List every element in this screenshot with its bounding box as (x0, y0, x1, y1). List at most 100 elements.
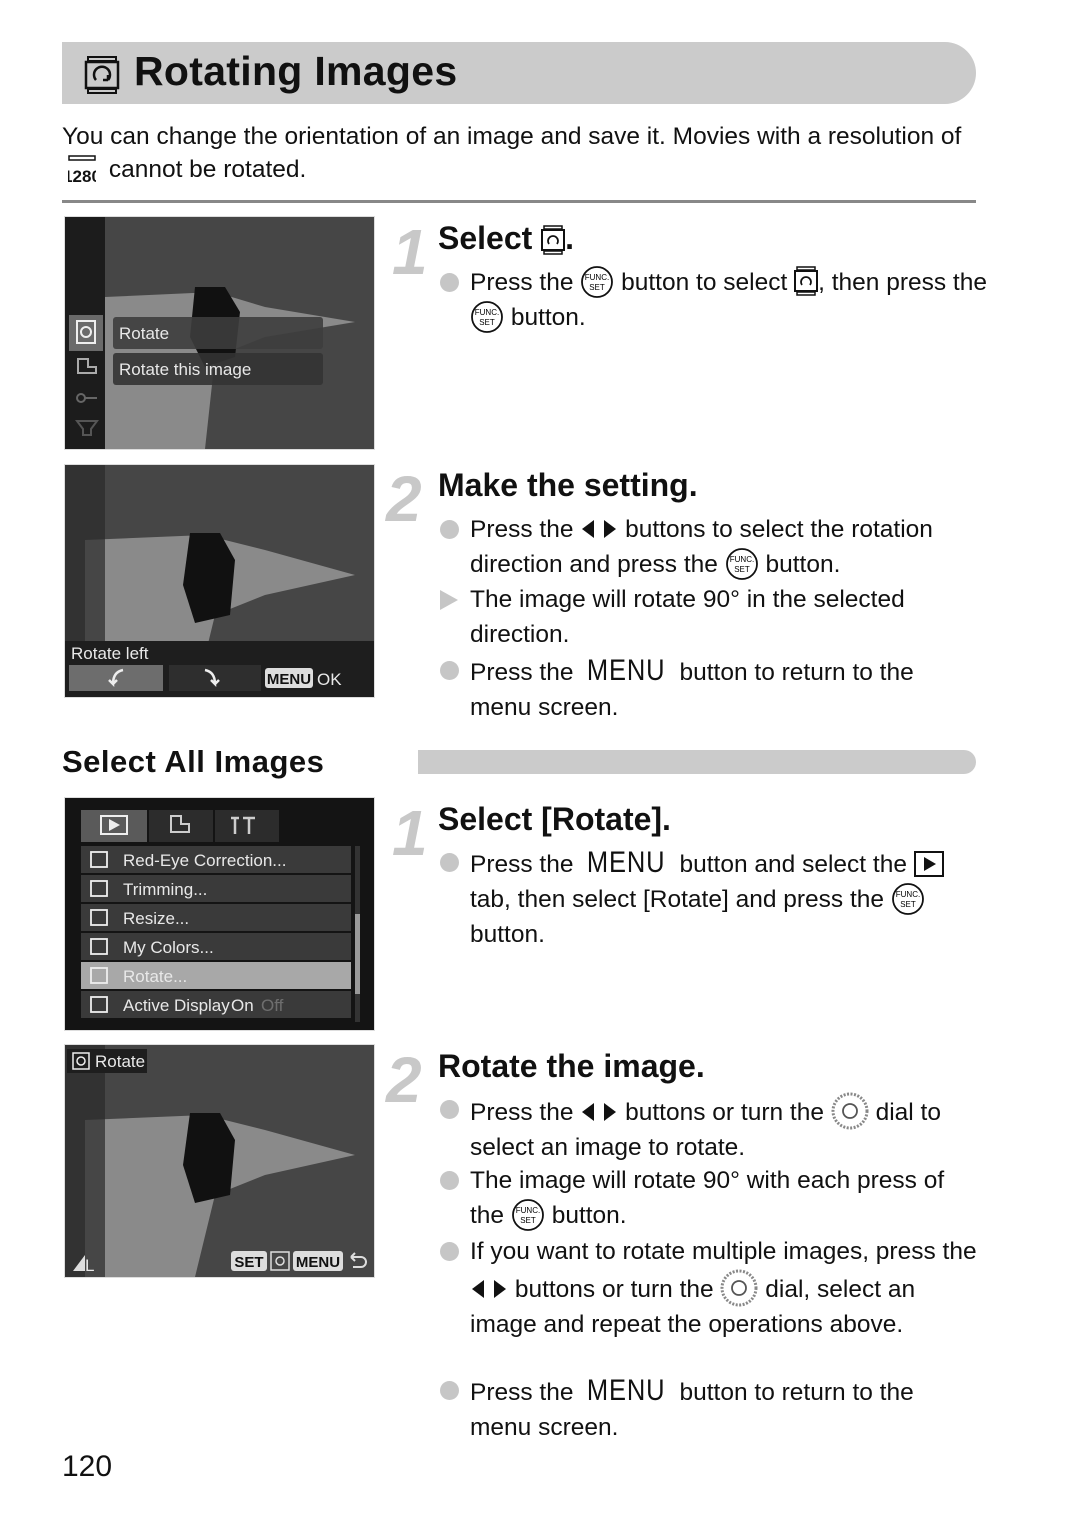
control-dial-icon (720, 1269, 758, 1307)
menu-item-value-on: On (231, 996, 254, 1015)
left-right-arrows-icon (582, 520, 617, 538)
page-number: 120 (62, 1450, 113, 1483)
bullet-text: Press the (470, 851, 574, 878)
menu-item-label: Trimming... (123, 880, 207, 899)
intro-text: You can change the orientation of an ima… (62, 120, 962, 186)
step-title-suffix: . (565, 220, 575, 256)
playback-tab-icon (913, 851, 944, 877)
menu-item-label: Rotate... (123, 967, 187, 986)
menu-item-rotate[interactable]: Rotate (119, 324, 169, 343)
svg-text:FUNC.: FUNC. (585, 273, 609, 282)
rotate-icon (541, 225, 566, 255)
bullet-dot (440, 853, 459, 872)
bullet-text: buttons or turn the (514, 1276, 714, 1303)
menu-item-my-colors[interactable]: My Colors... (81, 933, 351, 960)
step-bullet: If you want to rotate multiple images, p… (440, 1234, 980, 1342)
svg-text:SET: SET (479, 318, 495, 327)
menu-item-active-display[interactable]: Active Display On Off (81, 991, 351, 1018)
menu-item-trimming[interactable]: Trimming... (81, 875, 351, 902)
scrollbar-thumb[interactable] (355, 914, 360, 994)
rotate-direction-label: Rotate left (71, 644, 149, 663)
menu-item-value-off: Off (261, 996, 284, 1015)
camera-screen-playback-menu: Red-Eye Correction... Trimming... Resize..… (64, 797, 375, 1031)
page-title: Rotating Images (134, 48, 458, 94)
bullet-dot (440, 273, 459, 292)
heading-band (418, 750, 976, 774)
menu-item-red-eye-correction[interactable]: Red-Eye Correction... (81, 846, 351, 873)
menu-key-label: MENU (267, 671, 311, 688)
step-bullet: Press the buttons to select the rotation… (440, 512, 980, 582)
rotate-left-button[interactable] (69, 665, 163, 691)
control-dial-icon (831, 1092, 869, 1130)
step-bullet: Press the MENU button to return to the m… (440, 653, 970, 725)
svg-text:FUNC.: FUNC. (896, 890, 920, 899)
step-title: Make the setting. (438, 467, 698, 503)
bullet-dot (440, 1381, 459, 1400)
bullet-text: The image will rotate 90° in the selecte… (470, 586, 905, 648)
bullet-text: Press the (470, 516, 574, 543)
step-number: 2 (386, 463, 422, 535)
bullet-text: button. (510, 304, 586, 331)
rotate-icon (84, 56, 120, 94)
func-set-button-icon: FUNC.SET (725, 548, 758, 580)
step-number: 1 (392, 797, 428, 869)
bullet-text: button. (765, 551, 841, 578)
result-triangle-icon (440, 590, 458, 610)
menu-button-label: MENU (587, 846, 666, 879)
step-bullet: Press the buttons or turn the dial to se… (440, 1092, 980, 1165)
svg-text:SET: SET (900, 900, 916, 909)
bullet-text: button to select (621, 269, 788, 296)
menu-item-resize[interactable]: Resize... (81, 904, 351, 931)
func-set-button-icon: FUNC.SET (891, 883, 924, 915)
intro-part1: You can change the orientation of an ima… (62, 123, 962, 150)
step-number: 1 (392, 216, 428, 288)
bullet-text: Press the (470, 1099, 574, 1126)
step-bullet: Press the FUNC. SET button to select , th… (440, 265, 990, 335)
bullet-text: tab, then select [Rotate] and press the (470, 886, 885, 913)
bullet-text: If you want to rotate multiple images, p… (470, 1238, 977, 1265)
set-key-label: SET (234, 1254, 263, 1271)
menu-item-label: Resize... (123, 909, 189, 928)
left-right-arrows-icon (582, 1103, 617, 1121)
step-title-text: Select (438, 220, 533, 256)
rotate-label: Rotate (95, 1052, 145, 1071)
step-bullet: Press the MENU button and select the tab… (440, 845, 980, 952)
menu-item-label: My Colors... (123, 938, 214, 957)
svg-text:SET: SET (520, 1216, 536, 1225)
menu-button-label: MENU (587, 1374, 666, 1407)
func-set-button-icon: FUNC.SET (581, 266, 614, 298)
bullet-text: , then press the (818, 269, 987, 296)
step-title: Rotate the image. (438, 1048, 705, 1084)
movie-1280-icon: 1280 (68, 155, 96, 185)
tab-settings[interactable] (215, 810, 279, 842)
bullet-dot (440, 520, 459, 539)
func-set-button-icon: FUNC.SET (511, 1199, 544, 1231)
camera-screen-rotate-direction: Rotate left MENU OK (64, 464, 375, 698)
ok-label: OK (317, 670, 342, 689)
step-title: Select [Rotate]. (438, 801, 671, 837)
section-heading: Select All Images (62, 744, 325, 779)
bullet-text: Press the (470, 269, 574, 296)
left-right-arrows-icon (472, 1280, 506, 1298)
bullet-text: button and select the (679, 851, 907, 878)
menu-item-rotate[interactable]: Rotate... (81, 962, 351, 989)
step-title: Select . (438, 220, 574, 257)
step-bullet: Press the MENU button to return to the m… (440, 1373, 980, 1445)
menu-key-label: MENU (296, 1254, 340, 1271)
svg-text:FUNC.: FUNC. (475, 308, 499, 317)
step-number: 2 (386, 1044, 422, 1116)
svg-text:SET: SET (734, 565, 750, 574)
tab-print[interactable] (149, 810, 213, 842)
func-set-button-icon: FUNC.SET (471, 301, 503, 333)
svg-text:SET: SET (590, 283, 606, 292)
bullet-dot (440, 661, 459, 680)
menu-item-label: Active Display (123, 996, 230, 1015)
step-bullet: The image will rotate 90° with each pres… (440, 1163, 980, 1233)
intro-part2: cannot be rotated. (108, 156, 307, 183)
bullet-text: Press the (470, 659, 574, 686)
menu-item-rotate-this-image[interactable]: Rotate this image (119, 360, 251, 379)
bullet-dot (440, 1100, 459, 1119)
menu-item-label: Red-Eye Correction... (123, 851, 286, 870)
section-divider (62, 200, 976, 203)
bullet-dot (440, 1171, 459, 1190)
